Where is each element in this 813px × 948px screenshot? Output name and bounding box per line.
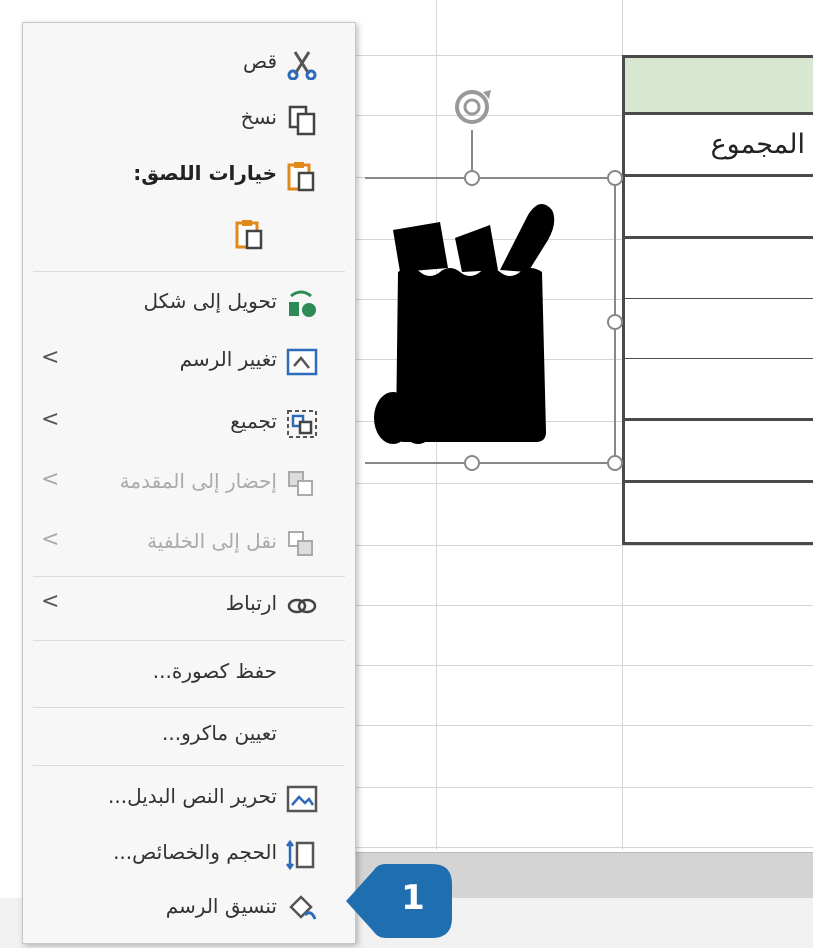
menu-item-label: نقل إلى الخلفية xyxy=(147,529,277,553)
menu-item-label: قص xyxy=(242,49,277,73)
table-cell[interactable] xyxy=(622,421,813,483)
callout-number: 1 xyxy=(401,878,425,918)
menu-item-label: تجميع xyxy=(230,409,277,433)
menu-separator xyxy=(33,576,345,577)
grid-line xyxy=(350,847,813,848)
menu-item-save-as-picture[interactable]: حفظ كصورة... xyxy=(23,646,355,702)
menu-item-label: إحضار إلى المقدمة xyxy=(119,469,277,493)
paste-options-icon xyxy=(287,162,315,192)
resize-handle[interactable] xyxy=(607,170,623,186)
menu-item-change-graphic[interactable]: تغيير الرسم < xyxy=(23,334,355,390)
context-menu: قص نسخ خيارات اللصق: تحويل إلى شكل تغيير… xyxy=(22,22,356,944)
menu-item-label: خيارات اللصق: xyxy=(133,161,277,185)
table-cell[interactable] xyxy=(622,299,813,361)
resize-handle[interactable] xyxy=(464,455,480,471)
apple-icon xyxy=(374,375,437,444)
submenu-arrow-icon: < xyxy=(41,407,60,432)
table-cell[interactable] xyxy=(622,239,813,301)
menu-item-label: تحويل إلى شكل xyxy=(143,289,277,313)
resize-handle[interactable] xyxy=(607,455,623,471)
table-cell[interactable] xyxy=(622,177,813,239)
alt-text-icon xyxy=(286,785,318,813)
paste-button[interactable] xyxy=(23,206,355,262)
menu-item-edit-alt-text[interactable]: تحرير النص البديل... xyxy=(23,771,355,827)
rotate-handle-icon[interactable] xyxy=(455,90,491,124)
link-icon xyxy=(287,598,317,614)
menu-item-bring-forward[interactable]: إحضار إلى المقدمة < xyxy=(23,456,355,512)
scissors-icon xyxy=(287,51,317,80)
submenu-arrow-icon: < xyxy=(41,345,60,370)
resize-handle[interactable] xyxy=(607,314,623,330)
column-header-total: المجموع xyxy=(710,129,805,160)
menu-item-paste-options: خيارات اللصق: xyxy=(23,148,355,204)
menu-item-label: الحجم والخصائص... xyxy=(113,840,277,864)
submenu-arrow-icon: < xyxy=(41,589,60,614)
size-properties-icon xyxy=(286,839,315,871)
menu-item-cut[interactable]: قص xyxy=(23,36,355,92)
table-header-cell[interactable] xyxy=(622,55,813,115)
grid-line xyxy=(350,665,813,666)
submenu-arrow-icon: < xyxy=(41,527,60,552)
resize-handle[interactable] xyxy=(464,170,480,186)
menu-item-size-properties[interactable]: الحجم والخصائص... xyxy=(23,827,355,883)
grocery-bag-graphic[interactable] xyxy=(365,80,635,480)
menu-item-convert-to-shape[interactable]: تحويل إلى شكل xyxy=(23,276,355,332)
submenu-arrow-icon: < xyxy=(41,467,60,492)
menu-item-format-graphic[interactable]: تنسيق الرسم xyxy=(23,881,355,937)
convert-to-shape-icon xyxy=(289,290,316,317)
table-cell-total-header[interactable]: المجموع xyxy=(622,115,813,177)
group-icon xyxy=(287,410,317,438)
bring-forward-icon xyxy=(288,471,313,496)
step-callout: 1 xyxy=(346,860,456,942)
menu-item-label: نسخ xyxy=(240,105,277,129)
menu-separator xyxy=(33,271,345,272)
paste-icon xyxy=(235,220,263,250)
menu-item-send-backward[interactable]: نقل إلى الخلفية < xyxy=(23,516,355,572)
menu-item-group[interactable]: تجميع < xyxy=(23,396,355,452)
total-table: المجموع xyxy=(622,55,813,545)
menu-item-label: تعيين ماكرو... xyxy=(162,721,277,745)
menu-item-label: تغيير الرسم xyxy=(179,347,277,371)
grid-line xyxy=(350,605,813,606)
table-cell[interactable] xyxy=(622,483,813,545)
table-cell[interactable] xyxy=(622,359,813,421)
menu-item-assign-macro[interactable]: تعيين ماكرو... xyxy=(23,708,355,764)
send-backward-icon xyxy=(288,531,313,556)
menu-item-label: تحرير النص البديل... xyxy=(108,784,277,808)
menu-separator xyxy=(33,765,345,766)
menu-item-label: ارتباط xyxy=(225,591,277,615)
copy-icon xyxy=(288,105,316,136)
grid-line xyxy=(350,787,813,788)
menu-item-link[interactable]: ارتباط < xyxy=(23,578,355,634)
menu-item-label: تنسيق الرسم xyxy=(165,894,277,918)
grid-line xyxy=(350,545,813,546)
format-graphic-icon xyxy=(289,895,317,920)
menu-item-copy[interactable]: نسخ xyxy=(23,92,355,148)
grid-line xyxy=(350,725,813,726)
menu-separator xyxy=(33,640,345,641)
menu-item-label: حفظ كصورة... xyxy=(152,659,277,683)
change-graphic-icon xyxy=(286,348,318,376)
